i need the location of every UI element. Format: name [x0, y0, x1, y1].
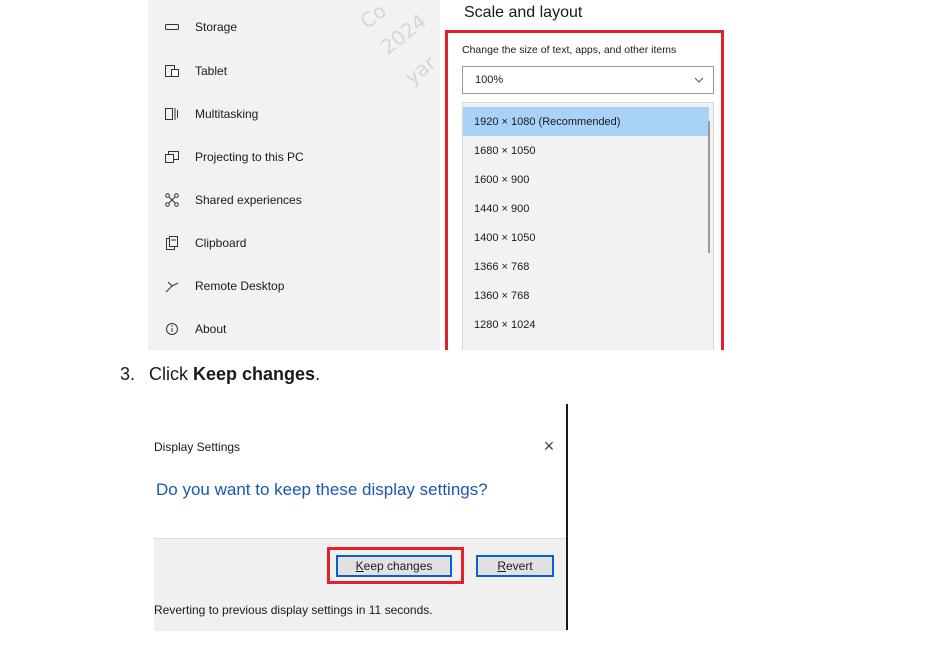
resolution-option[interactable]: 1920 × 1080 (Recommended) [463, 107, 709, 136]
list-scrollbar[interactable] [708, 121, 710, 253]
settings-screenshot: Storage Tablet Multitasking Projecting t… [148, 0, 728, 350]
resolution-option[interactable]: 1366 × 768 [463, 252, 709, 281]
chevron-down-icon [693, 73, 705, 85]
nav-item-label: Storage [195, 20, 238, 34]
nav-item-shared-experiences[interactable]: Shared experiences [148, 180, 440, 220]
nav-item-clipboard[interactable]: Clipboard [148, 223, 440, 263]
nav-item-multitasking[interactable]: Multitasking [148, 94, 440, 134]
nav-item-label: About [195, 322, 227, 336]
clipboard-icon [164, 235, 180, 251]
dialog-footer: Keep changes Revert Reverting to previou… [154, 538, 566, 631]
instruction-step: 3. Click Keep changes. [120, 364, 320, 385]
dialog-title: Display Settings [154, 440, 241, 454]
step-suffix: . [315, 364, 321, 384]
scale-label: Change the size of text, apps, and other… [462, 44, 677, 56]
scale-dropdown[interactable]: 100% [462, 66, 714, 94]
shared-experiences-icon [164, 192, 180, 208]
resolution-option[interactable]: 1360 × 768 [463, 281, 709, 310]
scale-dropdown-value: 100% [475, 74, 504, 86]
nav-item-label: Projecting to this PC [195, 150, 304, 164]
mnemonic-letter: K [355, 559, 364, 573]
nav-item-about[interactable]: About [148, 309, 440, 349]
resolution-option[interactable]: 1440 × 900 [463, 194, 709, 223]
button-label: eep changes [363, 559, 433, 573]
step-number: 3. [120, 364, 136, 384]
resolution-option[interactable]: 1280 × 1024 [463, 310, 709, 339]
keep-changes-button[interactable]: Keep changes [336, 555, 452, 577]
dialog-border [566, 404, 568, 630]
display-settings-dialog: Display Settings × Do you want to keep t… [154, 404, 566, 631]
remote-desktop-icon [164, 278, 180, 294]
nav-item-label: Shared experiences [195, 193, 302, 207]
nav-item-label: Tablet [195, 64, 228, 78]
nav-item-label: Remote Desktop [195, 279, 285, 293]
resolution-option[interactable]: 1680 × 1050 [463, 136, 709, 165]
nav-item-remote-desktop[interactable]: Remote Desktop [148, 266, 440, 306]
nav-item-label: Multitasking [195, 107, 259, 121]
mnemonic-letter: R [497, 559, 506, 573]
close-icon[interactable]: × [539, 436, 559, 456]
resolution-option[interactable]: 1400 × 1050 [463, 223, 709, 252]
step-prefix: Click [149, 364, 194, 384]
revert-button[interactable]: Revert [476, 555, 554, 577]
resolution-option[interactable]: 1600 × 900 [463, 165, 709, 194]
projecting-icon [164, 149, 180, 165]
nav-item-label: Clipboard [195, 236, 247, 250]
nav-item-tablet[interactable]: Tablet [148, 51, 440, 91]
button-label: evert [505, 559, 533, 573]
tablet-icon [164, 63, 180, 79]
resolution-list[interactable]: 1920 × 1080 (Recommended) 1680 × 1050 16… [462, 102, 714, 350]
multitasking-icon [164, 106, 180, 122]
settings-sidebar: Storage Tablet Multitasking Projecting t… [148, 0, 440, 350]
countdown-text: Reverting to previous display settings i… [154, 603, 433, 617]
storage-icon [164, 19, 180, 35]
info-icon [164, 321, 180, 337]
step-action: Keep changes [193, 364, 316, 384]
nav-item-projecting[interactable]: Projecting to this PC [148, 137, 440, 177]
section-title: Scale and layout [464, 4, 583, 21]
dialog-question: Do you want to keep these display settin… [156, 480, 488, 499]
